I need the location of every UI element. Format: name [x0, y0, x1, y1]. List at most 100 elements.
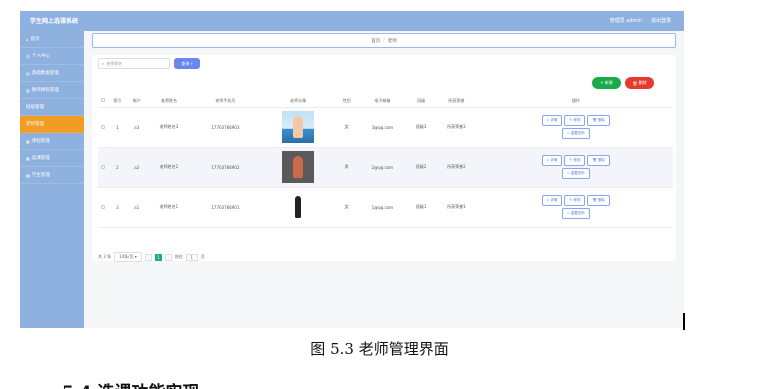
search-icon: ⌕ [102, 61, 105, 66]
edit-button[interactable]: ✎ 修改 [564, 155, 586, 166]
cell-email: 3@qq.com [356, 107, 409, 148]
cell-gender: 男 [336, 147, 357, 188]
row-delete-button[interactable]: 🗑 删除 [587, 195, 610, 206]
cell-index: 2 [107, 147, 128, 188]
sidebar-item-student[interactable]: ▦ 学生管理 [20, 167, 84, 184]
book-icon: ▥ [26, 87, 30, 93]
col-name: 老师姓名 [146, 95, 192, 108]
cell-actions: ▫ 详情 ✎ 修改 🗑 删除 ▫ 重置密码 [478, 147, 673, 188]
page-suffix: 页 [200, 254, 205, 259]
col-class: 班级 [408, 95, 434, 108]
sidebar-item-class[interactable]: 班级管理 [20, 99, 84, 116]
next-page-button[interactable]: › [164, 253, 172, 261]
sidebar-item-basedata[interactable]: ▤ 基础数据管理 [20, 65, 84, 82]
sidebar-item-teacher-course[interactable]: ▥ 教师课程管理 [20, 82, 84, 99]
edit-button[interactable]: ✎ 修改 [564, 195, 586, 206]
search-placeholder: 老师姓名 [106, 60, 123, 66]
row-delete-button[interactable]: 🗑 删除 [587, 115, 610, 126]
page-size-select[interactable]: 10条/页 ▾ [114, 252, 142, 262]
screenshot-figure: 学生网上选课系统 管理员 admin 退出登录 ⌂ 首页 ☺ 个人中心 ▤ 基础数据管… [20, 11, 684, 328]
pagination-total: 共 3 条 [98, 254, 112, 259]
col-actions: 操作 [478, 95, 673, 108]
home-icon: ⌂ [26, 36, 29, 42]
table-header-row: 索引 账户 老师姓名 老师手机号 老师头像 性别 电子邮箱 班级 所获荣誉 操作 [98, 95, 673, 108]
query-button[interactable]: 查询 ⌕ [174, 58, 200, 69]
cell-phone: 17703786901 [191, 187, 260, 228]
reset-password-button[interactable]: ▫ 重置密码 [562, 168, 590, 179]
teacher-avatar-image [282, 150, 315, 183]
select-all-checkbox[interactable] [98, 95, 108, 108]
delete-button[interactable]: 🗑 删除 [625, 77, 654, 89]
figure-caption: 图 5.3 老师管理界面 [310, 340, 449, 358]
goto-page-input[interactable]: 1 [185, 253, 198, 261]
cell-email: 2@qq.com [356, 147, 409, 188]
col-honor: 所获荣誉 [433, 95, 479, 108]
reset-password-button[interactable]: ▫ 重置密码 [562, 208, 590, 219]
row-checkbox[interactable] [98, 107, 108, 148]
reset-password-button[interactable]: ▫ 重置密码 [562, 128, 590, 139]
row-checkbox[interactable] [98, 147, 108, 188]
document-page: 学生网上选课系统 管理员 admin 退出登录 ⌂ 首页 ☺ 个人中心 ▤ 基础数据管… [0, 0, 759, 389]
breadcrumb-home[interactable]: 首页 [371, 38, 380, 44]
cell-account: a1 [127, 187, 147, 228]
edit-button[interactable]: ✎ 修改 [564, 115, 586, 126]
breadcrumb: 首页 / 老师 [92, 33, 676, 48]
cell-phone: 17703786903 [191, 107, 260, 148]
sidebar-item-selection[interactable]: ▦ 选课管理 [20, 150, 84, 167]
cell-gender: 女 [336, 187, 357, 228]
cell-avatar [259, 107, 337, 148]
cell-actions: ▫ 详情 ✎ 修改 🗑 删除 ▫ 重置密码 [478, 187, 673, 228]
database-icon: ▤ [26, 70, 30, 76]
table-row: 1 a3 老师姓名3 17703786903 女 3@qq.com 班级3 所获… [98, 107, 673, 148]
cell-name: 老师姓名1 [146, 187, 192, 228]
goto-label: 前往 [174, 254, 183, 259]
cell-index: 1 [107, 107, 128, 148]
cell-class: 班级3 [408, 107, 434, 148]
table-row: 2 a2 老师姓名2 17703786902 男 2@qq.com 班级2 所获… [98, 147, 673, 188]
user-icon: ☺ [26, 53, 31, 59]
page-number[interactable]: 1 [154, 253, 162, 261]
sidebar-item-teacher[interactable]: 老师管理 [20, 116, 84, 133]
pagination: 共 3 条 10条/页 ▾ ‹ 1 › 前往 1 页 [98, 252, 205, 262]
text-cursor [683, 313, 685, 330]
cell-account: a3 [127, 107, 147, 148]
logout-link[interactable]: 退出登录 [651, 17, 671, 24]
teacher-avatar-image [282, 110, 315, 143]
col-email: 电子邮箱 [356, 95, 409, 108]
cell-name: 老师姓名3 [146, 107, 192, 148]
sidebar: ⌂ 首页 ☺ 个人中心 ▤ 基础数据管理 ▥ 教师课程管理 班级管理 老师管理 ▦ 课程管… [20, 31, 84, 328]
teacher-table: 索引 账户 老师姓名 老师手机号 老师头像 性别 电子邮箱 班级 所获荣誉 操作 [98, 95, 673, 228]
col-account: 账户 [127, 95, 147, 108]
search-icon: ⌕ [190, 61, 193, 66]
cell-class: 班级1 [408, 187, 434, 228]
cell-honor: 所获荣誉2 [433, 147, 479, 188]
add-button[interactable]: + 新增 [592, 77, 621, 89]
cell-account: a2 [127, 147, 147, 188]
teacher-avatar-image [282, 190, 315, 223]
teacher-panel: ⌕ 老师姓名 查询 ⌕ + 新增 🗑 删除 索引 账户 老师姓名 老师手机号 老… [92, 55, 676, 262]
admin-label: 管理员 admin [609, 18, 642, 24]
row-checkbox[interactable] [98, 187, 108, 228]
cell-gender: 女 [336, 107, 357, 148]
sidebar-item-profile[interactable]: ☺ 个人中心 [20, 48, 84, 65]
detail-button[interactable]: ▫ 详情 [541, 155, 563, 166]
search-input[interactable]: ⌕ 老师姓名 [98, 58, 170, 69]
cell-email: 1@qq.com [356, 187, 409, 228]
sidebar-item-course[interactable]: ▦ 课程管理 [20, 133, 84, 150]
col-phone: 老师手机号 [191, 95, 260, 108]
row-delete-button[interactable]: 🗑 删除 [587, 155, 610, 166]
list-icon: ▦ [26, 138, 30, 144]
detail-button[interactable]: ▫ 详情 [541, 115, 563, 126]
col-index: 索引 [107, 95, 128, 108]
section-heading: 5.4 选课功能实现 [62, 378, 200, 389]
sidebar-item-home[interactable]: ⌂ 首页 [20, 31, 84, 48]
top-bar: 学生网上选课系统 管理员 admin 退出登录 [20, 11, 684, 31]
breadcrumb-current: 老师 [387, 38, 397, 44]
list-icon: ▦ [26, 155, 30, 161]
detail-button[interactable]: ▫ 详情 [541, 195, 563, 206]
cell-honor: 所获荣誉1 [433, 187, 479, 228]
cell-actions: ▫ 详情 ✎ 修改 🗑 删除 ▫ 重置密码 [478, 107, 673, 148]
prev-page-button[interactable]: ‹ [144, 253, 152, 261]
list-icon: ▦ [26, 172, 30, 178]
col-gender: 性别 [336, 95, 357, 108]
